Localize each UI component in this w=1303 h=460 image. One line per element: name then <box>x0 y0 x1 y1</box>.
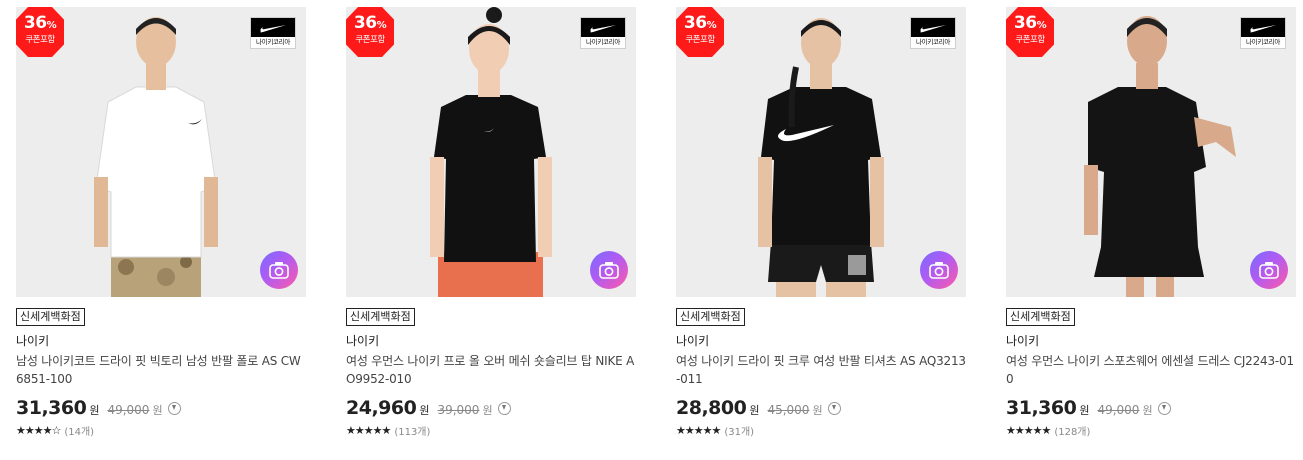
discount-badge: 36% 쿠폰포함 <box>676 7 724 57</box>
price-row: 28,800 원 45,000 원 <box>676 397 966 419</box>
store-label: 신세계백화점 <box>16 308 85 326</box>
sale-price: 28,800 <box>676 397 747 419</box>
original-price: 39,000 <box>437 403 480 417</box>
product-title[interactable]: 여성 우먼스 나이키 프로 올 오버 메쉬 숏슬리브 탑 NIKE AO9952… <box>346 352 636 388</box>
brand-name[interactable]: 나이키 <box>346 333 636 349</box>
original-price: 49,000 <box>1097 403 1140 417</box>
product-image[interactable]: 36% 쿠폰포함 나이키코리아 <box>1006 7 1296 297</box>
product-photo <box>346 7 636 297</box>
star-rating: ★★★★★ <box>346 424 391 437</box>
percent-sign: % <box>46 20 57 31</box>
discount-percent: 36 <box>353 13 377 33</box>
price-row: 24,960 원 39,000 원 <box>346 397 636 419</box>
star-rating: ★★★★☆ <box>16 424 61 437</box>
price-info-icon[interactable] <box>497 402 511 415</box>
discount-badge: 36% 쿠폰포함 <box>346 7 394 57</box>
product-photo <box>676 7 966 297</box>
percent-sign: % <box>376 20 387 31</box>
discount-percent: 36 <box>23 13 47 33</box>
product-title[interactable]: 여성 나이키 드라이 핏 크루 여성 반팔 티셔츠 AS AQ3213-011 <box>676 352 966 388</box>
review-count: (113개) <box>394 427 431 438</box>
review-count: (128개) <box>1054 427 1091 438</box>
brand-logo: 나이키코리아 <box>580 17 626 49</box>
price-unit: 원 <box>89 404 100 417</box>
product-title[interactable]: 남성 나이키코트 드라이 핏 빅토리 남성 반팔 폴로 AS CW6851-10… <box>16 352 306 388</box>
brand-name[interactable]: 나이키 <box>16 333 306 349</box>
price-unit: 원 <box>749 404 760 417</box>
brand-logo: 나이키코리아 <box>250 17 296 49</box>
discount-sub: 쿠폰포함 <box>355 35 385 45</box>
discount-badge: 36% 쿠폰포함 <box>1006 7 1054 57</box>
camera-icon[interactable] <box>590 251 628 289</box>
percent-sign: % <box>1036 20 1047 31</box>
original-unit: 원 <box>1142 404 1153 417</box>
brand-logo-text: 나이키코리아 <box>585 38 621 46</box>
price-row: 31,360 원 49,000 원 <box>1006 397 1296 419</box>
product-card[interactable]: 36% 쿠폰포함 나이키코리아 신세계백화점 나이키 여성 나이키 드라이 핏 … <box>676 7 966 438</box>
discount-percent: 36 <box>683 13 707 33</box>
discount-percent: 36 <box>1013 13 1037 33</box>
product-grid: 36% 쿠폰포함 나이키코리아 신세계백화점 나이키 남성 나이키코트 드라이 … <box>0 0 1303 460</box>
camera-icon[interactable] <box>260 251 298 289</box>
brand-name[interactable]: 나이키 <box>676 333 966 349</box>
price-unit: 원 <box>1079 404 1090 417</box>
brand-name[interactable]: 나이키 <box>1006 333 1296 349</box>
price-info-icon[interactable] <box>827 402 841 415</box>
product-photo <box>16 7 306 297</box>
rating: ★★★★★ (113개) <box>346 423 636 438</box>
rating: ★★★★☆ (14개) <box>16 423 306 438</box>
star-rating: ★★★★★ <box>1006 424 1051 437</box>
price-info-icon[interactable] <box>167 402 181 415</box>
store-label: 신세계백화점 <box>346 308 415 326</box>
brand-logo-text: 나이키코리아 <box>255 38 291 46</box>
review-count: (31개) <box>724 427 755 438</box>
rating: ★★★★★ (128개) <box>1006 423 1296 438</box>
sale-price: 31,360 <box>16 397 87 419</box>
discount-badge: 36% 쿠폰포함 <box>16 7 64 57</box>
price-row: 31,360 원 49,000 원 <box>16 397 306 419</box>
nike-swoosh-icon <box>1250 24 1276 32</box>
camera-icon[interactable] <box>1250 251 1288 289</box>
product-image[interactable]: 36% 쿠폰포함 나이키코리아 <box>346 7 636 297</box>
star-rating: ★★★★★ <box>676 424 721 437</box>
original-unit: 원 <box>812 404 823 417</box>
nike-swoosh-icon <box>260 24 286 32</box>
percent-sign: % <box>706 20 717 31</box>
discount-sub: 쿠폰포함 <box>25 35 55 45</box>
original-price: 49,000 <box>107 403 150 417</box>
nike-swoosh-icon <box>920 24 946 32</box>
review-count: (14개) <box>64 427 95 438</box>
brand-logo: 나이키코리아 <box>1240 17 1286 49</box>
product-card[interactable]: 36% 쿠폰포함 나이키코리아 신세계백화점 나이키 여성 우먼스 나이키 스포… <box>1006 7 1296 438</box>
product-card[interactable]: 36% 쿠폰포함 나이키코리아 신세계백화점 나이키 여성 우먼스 나이키 프로… <box>346 7 636 438</box>
price-info-icon[interactable] <box>1157 402 1171 415</box>
brand-logo-text: 나이키코리아 <box>915 38 951 46</box>
product-card[interactable]: 36% 쿠폰포함 나이키코리아 신세계백화점 나이키 남성 나이키코트 드라이 … <box>16 7 306 438</box>
product-title[interactable]: 여성 우먼스 나이키 스포츠웨어 에센셜 드레스 CJ2243-010 <box>1006 352 1296 388</box>
rating: ★★★★★ (31개) <box>676 423 966 438</box>
store-label: 신세계백화점 <box>676 308 745 326</box>
product-photo <box>1006 7 1296 297</box>
product-image[interactable]: 36% 쿠폰포함 나이키코리아 <box>16 7 306 297</box>
sale-price: 31,360 <box>1006 397 1077 419</box>
price-unit: 원 <box>419 404 430 417</box>
original-unit: 원 <box>482 404 493 417</box>
discount-sub: 쿠폰포함 <box>685 35 715 45</box>
original-price: 45,000 <box>767 403 810 417</box>
discount-sub: 쿠폰포함 <box>1015 35 1045 45</box>
store-label: 신세계백화점 <box>1006 308 1075 326</box>
camera-icon[interactable] <box>920 251 958 289</box>
original-unit: 원 <box>152 404 163 417</box>
sale-price: 24,960 <box>346 397 417 419</box>
nike-swoosh-icon <box>590 24 616 32</box>
brand-logo-text: 나이키코리아 <box>1245 38 1281 46</box>
brand-logo: 나이키코리아 <box>910 17 956 49</box>
product-image[interactable]: 36% 쿠폰포함 나이키코리아 <box>676 7 966 297</box>
